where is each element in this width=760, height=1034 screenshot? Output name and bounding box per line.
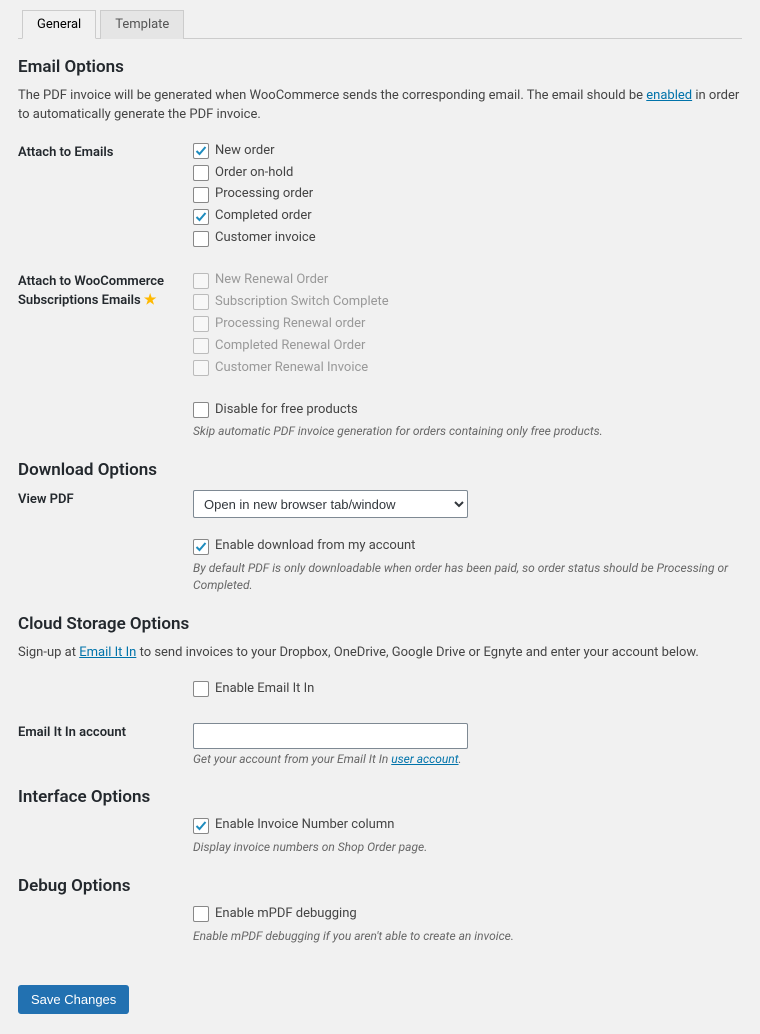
attach-email-label-0: New order: [215, 143, 275, 160]
subs-label-0: New Renewal Order: [215, 272, 328, 289]
email-options-heading: Email Options: [18, 57, 742, 77]
subs-label-4: Customer Renewal Invoice: [215, 360, 368, 377]
tab-general[interactable]: General: [22, 10, 96, 39]
email-it-in-link[interactable]: Email It In: [79, 645, 136, 660]
enable-download-checkbox[interactable]: [193, 539, 209, 555]
disable-free-label: Disable for free products: [215, 402, 358, 419]
attach-subs-label: Attach to WooCommerce Subscriptions Emai…: [18, 272, 193, 309]
cloud-options-heading: Cloud Storage Options: [18, 614, 742, 634]
attach-to-emails-label: Attach to Emails: [18, 143, 193, 162]
enable-download-label: Enable download from my account: [215, 538, 415, 555]
attach-email-label-2: Processing order: [215, 186, 313, 203]
email-it-in-account-label: Email It In account: [18, 723, 193, 742]
subs-checkbox-0: [193, 273, 209, 289]
subs-label-1: Subscription Switch Complete: [215, 294, 389, 311]
attach-subs-label-text: Attach to WooCommerce Subscriptions Emai…: [18, 274, 164, 307]
email-options-desc: The PDF invoice will be generated when W…: [18, 87, 742, 125]
subs-checkbox-2: [193, 316, 209, 332]
attach-email-label-4: Customer invoice: [215, 230, 316, 247]
subs-checkbox-4: [193, 360, 209, 376]
attach-email-checkbox-4[interactable]: [193, 231, 209, 247]
star-icon: ★: [144, 292, 157, 308]
interface-options-heading: Interface Options: [18, 787, 742, 807]
attach-email-checkbox-0[interactable]: [193, 143, 209, 159]
attach-email-checkbox-3[interactable]: [193, 209, 209, 225]
tab-template[interactable]: Template: [100, 10, 184, 39]
attach-email-checkbox-1[interactable]: [193, 165, 209, 181]
save-changes-button[interactable]: Save Changes: [18, 985, 129, 1014]
email-it-in-account-input[interactable]: [193, 723, 468, 749]
enable-download-help: By default PDF is only downloadable when…: [193, 560, 742, 594]
subs-label-2: Processing Renewal order: [215, 316, 365, 333]
enabled-link[interactable]: enabled: [646, 88, 692, 103]
cloud-signup-desc: Sign-up at Email It In to send invoices …: [18, 644, 742, 663]
debug-options-heading: Debug Options: [18, 876, 742, 896]
enable-invoice-col-checkbox[interactable]: [193, 818, 209, 834]
enable-email-it-in-label: Enable Email It In: [215, 681, 314, 698]
attach-email-label-3: Completed order: [215, 208, 312, 225]
download-options-heading: Download Options: [18, 460, 742, 480]
email-desc-pre: The PDF invoice will be generated when W…: [18, 88, 646, 103]
subs-checkbox-1: [193, 294, 209, 310]
attach-email-label-1: Order on-hold: [215, 165, 293, 182]
email-it-in-account-help: Get your account from your Email It In u…: [193, 751, 742, 768]
settings-tabs: General Template: [18, 10, 742, 39]
enable-mpdf-debug-help: Enable mPDF debugging if you aren't able…: [193, 928, 742, 945]
subs-checkbox-3: [193, 338, 209, 354]
attach-subs-group: New Renewal Order Subscription Switch Com…: [193, 272, 742, 381]
disable-free-checkbox[interactable]: [193, 402, 209, 418]
attach-to-emails-group: New order Order on-hold Processing order Co…: [193, 143, 742, 252]
enable-email-it-in-checkbox[interactable]: [193, 681, 209, 697]
account-help-post: .: [459, 752, 462, 766]
enable-invoice-col-help: Display invoice numbers on Shop Order pa…: [193, 839, 742, 856]
disable-free-help: Skip automatic PDF invoice generation fo…: [193, 423, 742, 440]
subs-label-3: Completed Renewal Order: [215, 338, 365, 355]
enable-mpdf-debug-checkbox[interactable]: [193, 906, 209, 922]
enable-invoice-col-label: Enable Invoice Number column: [215, 817, 394, 834]
attach-email-checkbox-2[interactable]: [193, 187, 209, 203]
user-account-link[interactable]: user account: [391, 752, 458, 766]
account-help-pre: Get your account from your Email It In: [193, 752, 391, 766]
view-pdf-select[interactable]: Open in new browser tab/window: [193, 490, 468, 518]
cloud-signup-pre: Sign-up at: [18, 645, 79, 660]
enable-mpdf-debug-label: Enable mPDF debugging: [215, 906, 357, 923]
view-pdf-label: View PDF: [18, 490, 193, 509]
cloud-signup-post: to send invoices to your Dropbox, OneDri…: [136, 645, 698, 660]
